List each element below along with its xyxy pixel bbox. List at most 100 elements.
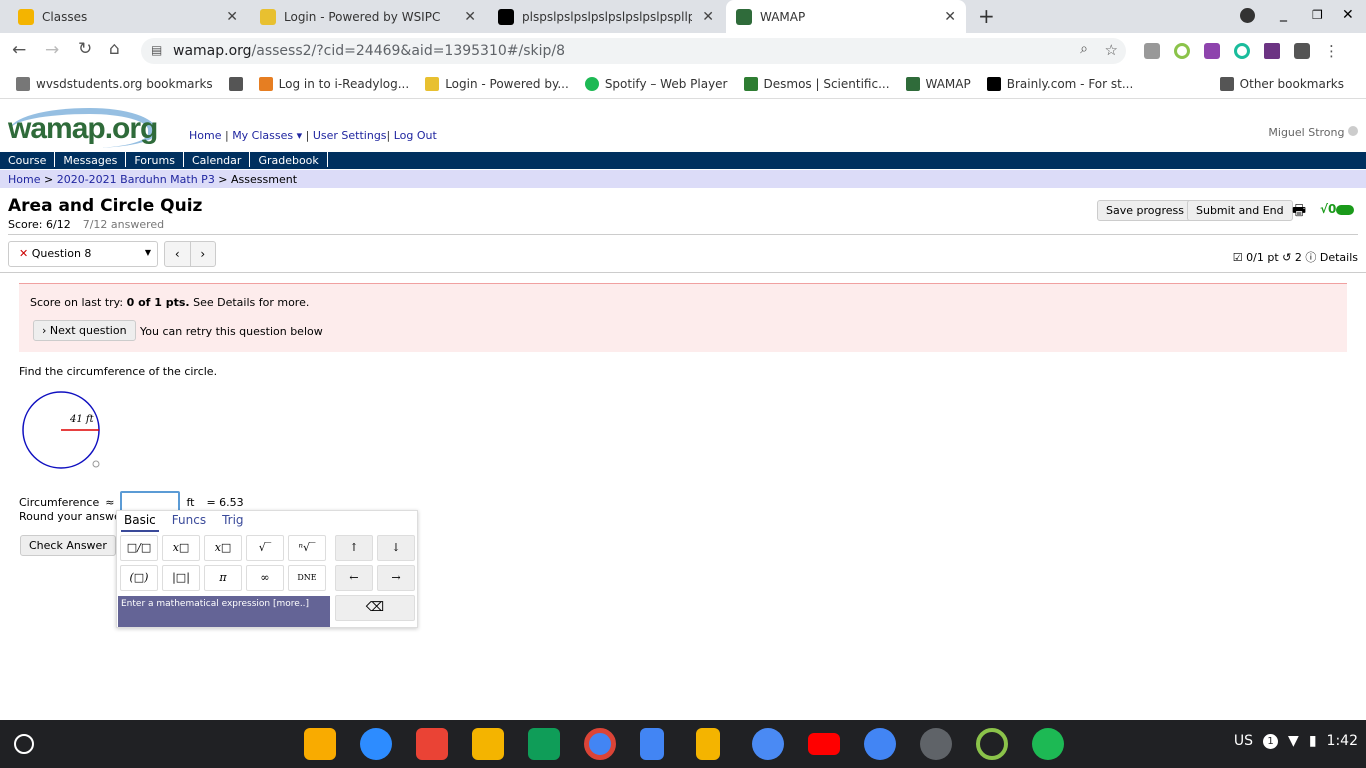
next-question-arrow-button[interactable]: › [191,242,216,266]
info-icon[interactable]: ⓘ [1305,251,1316,264]
nav-messages[interactable]: Messages [55,152,127,167]
user-settings-link[interactable]: User Settings [313,129,387,142]
tab-classes[interactable]: Classes ✕ [8,0,248,33]
user-label: Miguel Strong [1268,126,1345,139]
nav-calendar[interactable]: Calendar [184,152,251,167]
spotify-icon[interactable] [1032,728,1064,760]
back-icon[interactable]: ← [12,40,26,60]
bookmark-folder[interactable] [228,76,243,91]
close-icon[interactable]: ✕ [226,9,238,25]
up-arrow-key[interactable]: ↑ [335,535,373,561]
home-icon[interactable]: ⌂ [109,39,120,59]
bookmark-star-icon[interactable]: ☆ [1105,41,1118,59]
nav-gradebook[interactable]: Gradebook [250,152,328,167]
youtube-icon[interactable] [808,733,840,755]
parens-key[interactable]: (□) [120,565,158,591]
next-question-button[interactable]: › Next question [33,320,136,341]
tab-funcs[interactable]: Funcs [169,513,209,532]
tab-wamap[interactable]: WAMAP ✕ [726,0,966,33]
minimize-icon[interactable]: _ [1280,6,1287,22]
power-key[interactable]: x□ [162,535,200,561]
bookmark-item[interactable]: Log in to i-Readylog... [258,76,409,91]
gmail-icon[interactable] [416,728,448,760]
new-tab-icon[interactable]: + [978,4,995,28]
forward-icon[interactable]: → [45,40,59,60]
menu-icon[interactable]: ⋮ [1324,43,1339,59]
notice-after: See Details for more. [189,296,310,309]
submit-and-end-button[interactable]: Submit and End [1187,200,1293,221]
restore-icon[interactable]: ❐ [1312,8,1323,22]
infinity-key[interactable]: ∞ [246,565,284,591]
other-bookmarks[interactable]: Other bookmarks [1219,76,1344,91]
chrome-icon[interactable] [584,728,616,760]
dne-key[interactable]: DNE [288,565,326,591]
details-link[interactable]: Details [1320,251,1358,264]
down-arrow-key[interactable]: ↓ [377,535,415,561]
tab-brainly[interactable]: plspslpslpslpslpslpslpslpspllp ✕ [488,0,724,33]
right-arrow-key[interactable]: → [377,565,415,591]
window-close-icon[interactable]: ✕ [1342,7,1354,23]
close-icon[interactable]: ✕ [464,9,476,25]
reload-icon[interactable]: ↻ [78,39,92,59]
slides-icon[interactable] [696,728,720,760]
system-tray[interactable]: US 1 ▼ ▮ 1:42 [1234,733,1358,749]
puzzle-icon[interactable] [1294,43,1310,59]
launcher-icon[interactable] [14,734,34,754]
keyboard-help[interactable]: Enter a mathematical expression [more..] [118,596,330,627]
bookmark-item[interactable]: Desmos | Scientific... [743,76,890,91]
breadcrumb-home[interactable]: Home [8,173,40,186]
print-icon[interactable]: 🖶 [1292,200,1306,225]
page-info-icon[interactable]: ▤ [151,43,162,57]
check-answer-button[interactable]: Check Answer [20,535,116,556]
settings-icon[interactable] [752,728,784,760]
subscript-key[interactable]: x□ [204,535,242,561]
tab-basic[interactable]: Basic [121,513,159,532]
bookmark-item[interactable]: Brainly.com - For st... [986,76,1133,91]
bookmark-item[interactable]: Login - Powered by... [425,76,569,91]
sqrt-key[interactable]: √‾ [246,535,284,561]
math-toggle-icon[interactable]: √0 [1320,202,1355,216]
extension-icon[interactable] [1144,43,1160,59]
iready-app-icon[interactable] [976,728,1008,760]
zoom-app-icon[interactable] [360,728,392,760]
nav-forums[interactable]: Forums [126,152,184,167]
bookmark-item[interactable]: Spotify – Web Player [584,76,728,91]
my-classes-link[interactable]: My Classes ▾ [232,129,302,142]
close-icon[interactable]: ✕ [702,9,714,25]
docs-icon[interactable] [640,728,664,760]
close-icon[interactable]: ✕ [944,9,956,25]
backspace-key[interactable]: ⌫ [335,595,415,621]
nav-course[interactable]: Course [0,152,56,167]
bookmark-item[interactable]: wvsdstudents.org bookmarks [16,76,213,91]
nth-root-key[interactable]: ⁿ√‾ [288,535,326,561]
extension-icon[interactable] [1234,43,1250,59]
keep-icon[interactable] [304,728,336,760]
save-progress-button[interactable]: Save progress [1097,200,1193,221]
files-icon[interactable] [864,728,896,760]
zoom-icon[interactable]: ⌕ [1080,41,1088,57]
sheets-icon[interactable] [528,728,560,760]
notice-text: Score on last try: [30,296,127,309]
breadcrumb-course[interactable]: 2020-2021 Barduhn Math P3 [57,173,215,186]
prev-question-button[interactable]: ‹ [165,242,191,266]
tab-search-icon[interactable] [1240,8,1255,23]
question-select[interactable]: ✕ Question 8 ▼ [8,241,158,267]
abs-key[interactable]: |□| [162,565,200,591]
logout-link[interactable]: Log Out [394,129,437,142]
tab-trig[interactable]: Trig [219,513,246,532]
extension-icon[interactable] [1204,43,1220,59]
fraction-key[interactable]: □/□ [120,535,158,561]
camera-icon[interactable] [920,728,952,760]
extension-icon[interactable] [1174,43,1190,59]
address-bar[interactable]: ▤ wamap.org/assess2/?cid=24469&aid=13953… [141,38,1126,64]
home-link[interactable]: Home [189,129,221,142]
pdf-extension-icon[interactable] [1264,43,1280,59]
tab-login[interactable]: Login - Powered by WSIPC ✕ [250,0,486,33]
pi-key[interactable]: π [204,565,242,591]
bookmark-item[interactable]: WAMAP [905,76,971,91]
classroom-icon[interactable] [472,728,504,760]
score-notice: Score on last try: 0 of 1 pts. See Detai… [19,283,1347,352]
left-arrow-key[interactable]: ← [335,565,373,591]
magnify-icon[interactable] [92,460,100,468]
wamap-logo[interactable]: wamap.org [8,112,158,146]
